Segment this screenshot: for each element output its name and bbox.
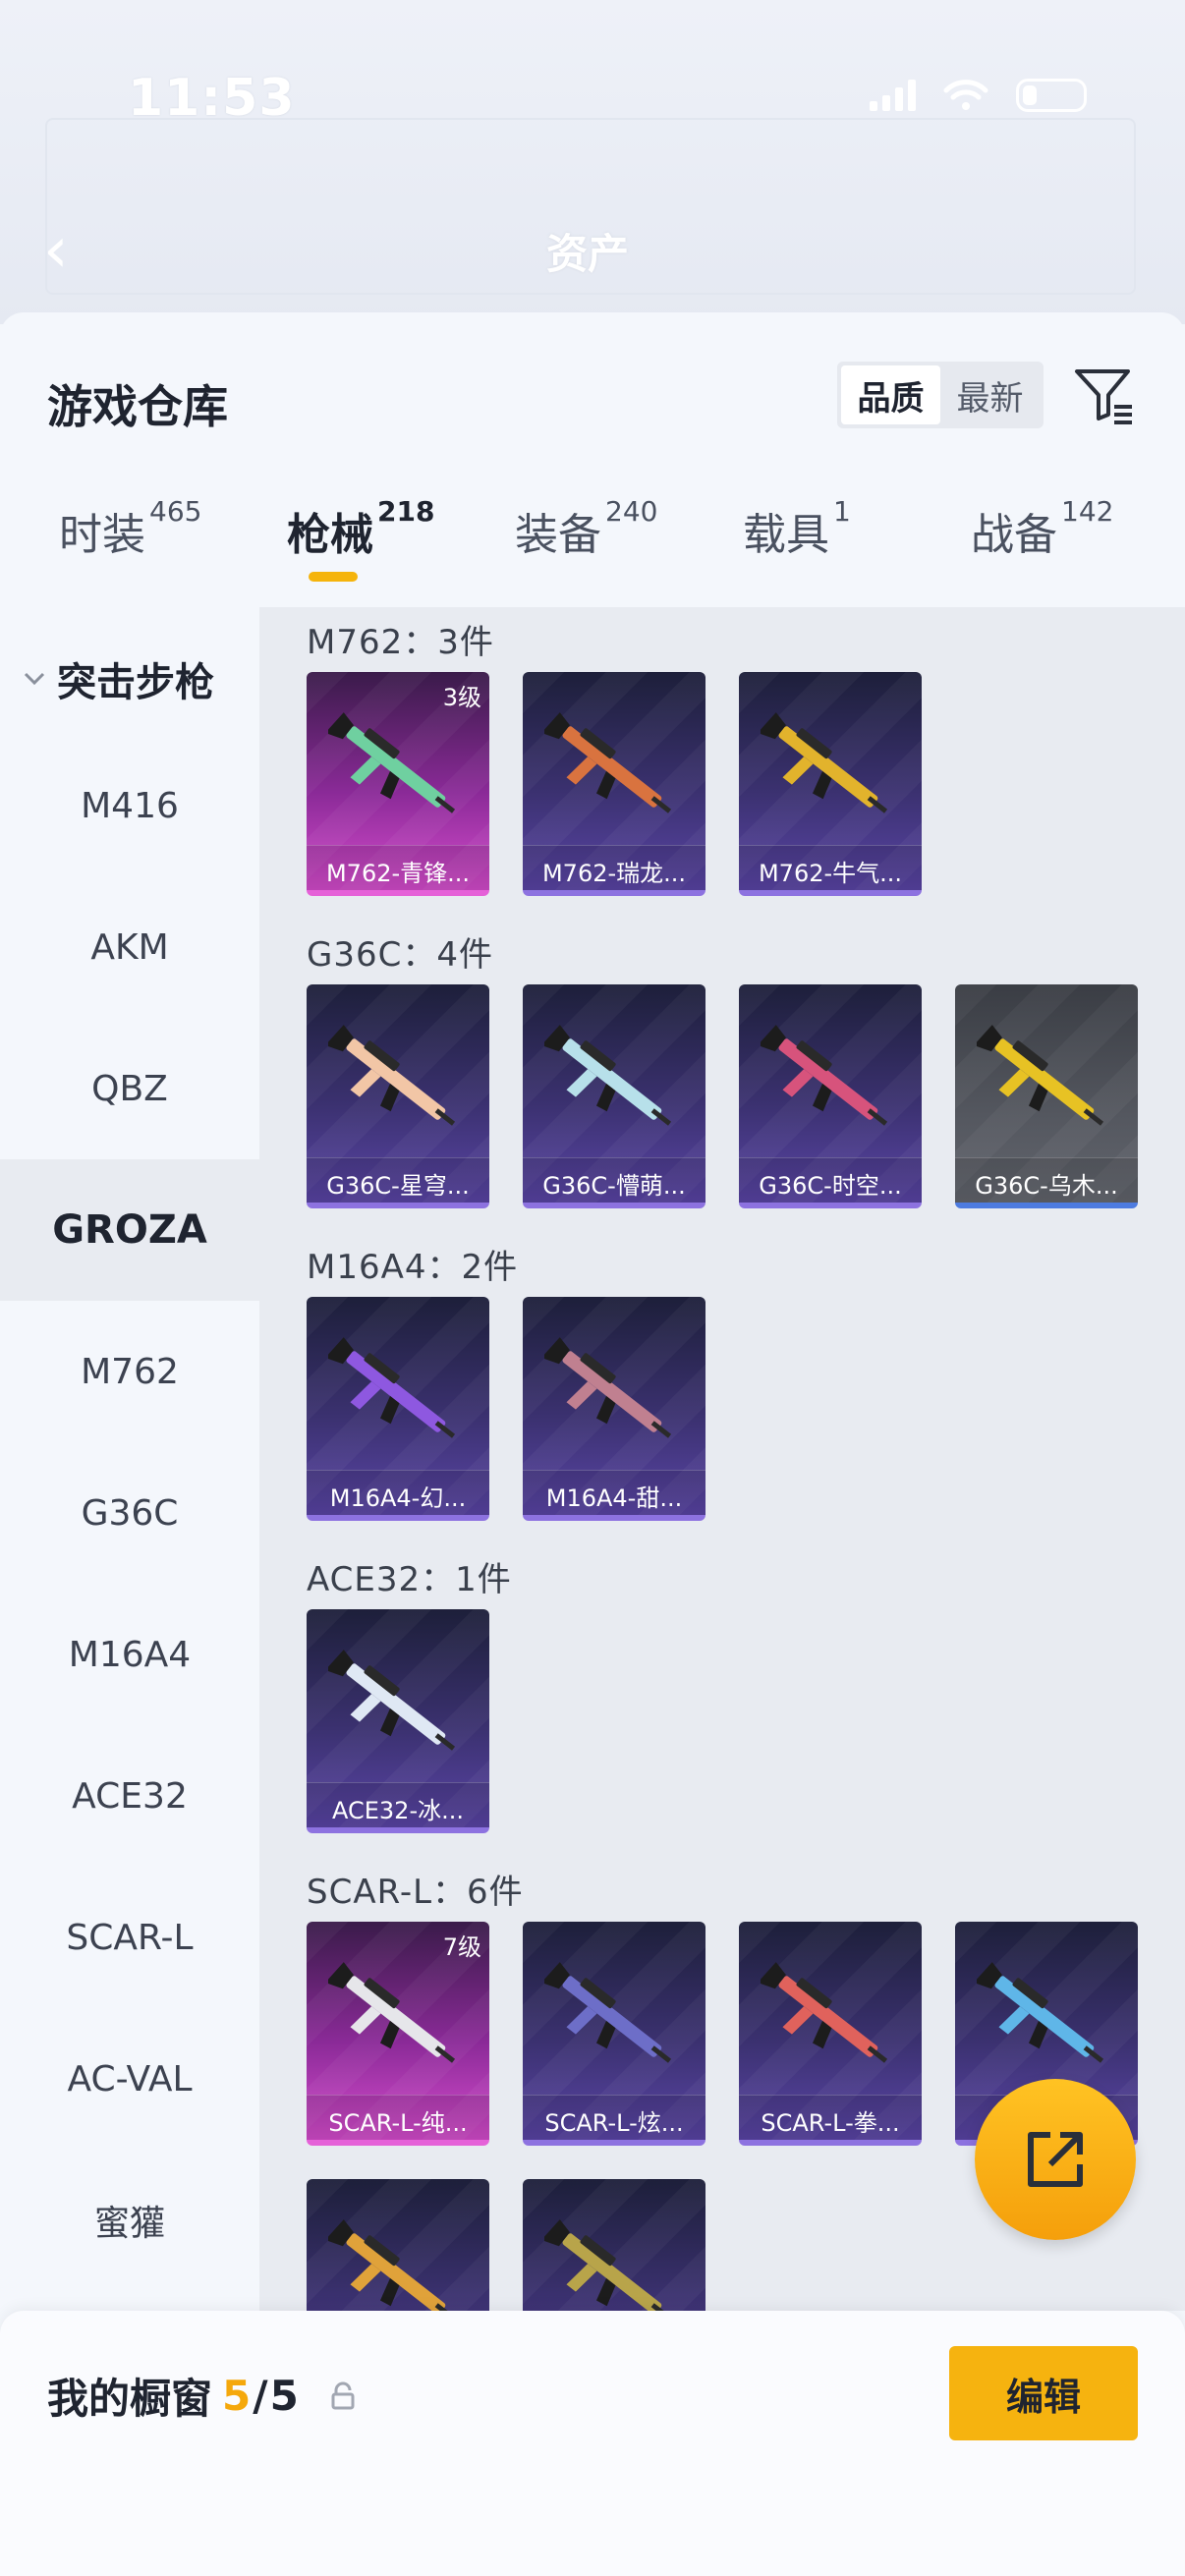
status-icons <box>870 79 1087 112</box>
share-icon <box>1028 2132 1083 2187</box>
card-label: M762-青锋... <box>307 845 489 890</box>
card-label: SCAR-L-纯... <box>307 2095 489 2140</box>
showcase-info: 我的橱窗 5/5 <box>47 2366 358 2426</box>
back-arrow-icon[interactable]: ‹ <box>43 214 69 287</box>
weapon-skin-image <box>757 1024 900 1146</box>
tab-fashion[interactable]: 时装 465 <box>59 495 201 562</box>
category-tabs: 时装 465 枪械 218 装备 240 载具 1 战备 142 <box>0 495 1185 607</box>
weapon-card[interactable]: G36C-星穹... <box>307 984 489 1208</box>
page-title: 资产 <box>546 230 630 278</box>
weapon-card[interactable]: SCAR-L-炫... <box>523 1922 705 2146</box>
group-title: ACE32：1件 <box>307 1560 512 1599</box>
sheet-title: 游戏仓库 <box>47 380 228 433</box>
filter-icon[interactable] <box>1071 362 1136 426</box>
card-label: M16A4-幻... <box>307 1470 489 1515</box>
weapon-skin-image <box>324 1336 468 1458</box>
card-level: 3级 <box>442 684 481 711</box>
tab-firearms[interactable]: 枪械 218 <box>287 495 434 582</box>
weapon-skin-image <box>324 1649 468 1770</box>
side-item-qbz[interactable]: QBZ <box>0 1018 259 1159</box>
card-label: SCAR-L-炫... <box>523 2095 705 2140</box>
showcase-bar: 我的橱窗 5/5 编辑 <box>0 2311 1185 2576</box>
chevron-down-icon <box>24 672 45 686</box>
weapon-card[interactable] <box>307 2179 489 2311</box>
sort-toggle: 品质 最新 <box>837 362 1044 428</box>
tab-equipment[interactable]: 装备 240 <box>515 495 657 562</box>
weapon-skin-image <box>324 711 468 833</box>
showcase-count-slash: / <box>253 2372 268 2420</box>
weapon-skin-image <box>324 1024 468 1146</box>
card-label: SCAR-L-拳... <box>739 2095 922 2140</box>
side-item-m416[interactable]: M416 <box>0 735 259 876</box>
sort-newest-option[interactable]: 最新 <box>940 365 1040 424</box>
card-label: M762-牛气... <box>739 845 922 890</box>
weapon-side-list: 突击步枪 M416 AKM QBZ GROZA M762 G36C M16A4 ACE32 SC… <box>0 607 259 2311</box>
lock-icon <box>331 2381 355 2409</box>
battery-icon <box>1016 79 1087 112</box>
weapon-skin-image <box>757 1961 900 2083</box>
weapon-card[interactable]: G36C-乌木... <box>955 984 1138 1208</box>
signal-icon <box>870 80 916 111</box>
wifi-icon <box>943 80 988 110</box>
weapon-card[interactable]: M762-牛气... <box>739 672 922 896</box>
card-label: G36C-懵萌... <box>523 1157 705 1203</box>
group-title: M762：3件 <box>307 623 494 662</box>
background-header: 11:53 ‹ 资产 <box>0 0 1185 324</box>
weapon-card[interactable]: M16A4-幻... <box>307 1297 489 1521</box>
showcase-count-current: 5 <box>222 2372 252 2420</box>
side-item--[interactable]: 蜜獾 <box>0 2150 259 2291</box>
showcase-count-total: 5 <box>269 2372 299 2420</box>
weapon-skin-image <box>540 1336 684 1458</box>
card-level: 7级 <box>442 1933 481 1961</box>
side-item-ace32[interactable]: ACE32 <box>0 1725 259 1867</box>
weapon-card[interactable]: M16A4-甜... <box>523 1297 705 1521</box>
card-label: G36C-乌木... <box>955 1157 1138 1203</box>
share-button[interactable] <box>975 2079 1136 2240</box>
card-label: ACE32-冰... <box>307 1782 489 1827</box>
weapon-skin-image <box>973 1024 1116 1146</box>
weapon-skin-image <box>540 1961 684 2083</box>
weapon-skin-image <box>757 711 900 833</box>
weapon-skin-image <box>324 1961 468 2083</box>
weapon-card[interactable]: 7级 SCAR-L-纯... <box>307 1922 489 2146</box>
card-label: G36C-星穹... <box>307 1157 489 1203</box>
weapon-card[interactable]: ACE32-冰... <box>307 1609 489 1833</box>
side-item-m762[interactable]: M762 <box>0 1301 259 1442</box>
group-title: M16A4：2件 <box>307 1248 519 1287</box>
card-label: M16A4-甜... <box>523 1470 705 1515</box>
weapon-card[interactable]: 3级 M762-青锋... <box>307 672 489 896</box>
weapon-skin-image <box>324 2218 468 2311</box>
sort-quality-option[interactable]: 品质 <box>841 365 940 424</box>
warehouse-sheet: 游戏仓库 品质 最新 时装 465 枪械 218 装备 240 载具 1 战备 142 突… <box>0 312 1185 2576</box>
group-title: G36C：4件 <box>307 935 493 975</box>
weapon-card[interactable]: SCAR-L-拳... <box>739 1922 922 2146</box>
weapon-skin-image <box>973 1961 1116 2083</box>
weapon-card[interactable]: G36C-懵萌... <box>523 984 705 1208</box>
tab-active-indicator <box>309 572 358 582</box>
weapon-skin-image <box>540 1024 684 1146</box>
side-category-assault-rifle[interactable]: 突击步枪 <box>22 650 214 707</box>
side-item-groza[interactable]: GROZA <box>0 1159 259 1301</box>
side-category-label: 突击步枪 <box>57 660 214 705</box>
weapon-card[interactable] <box>523 2179 705 2311</box>
edit-button[interactable]: 编辑 <box>949 2346 1138 2440</box>
side-item-akm[interactable]: AKM <box>0 876 259 1018</box>
card-label: M762-瑞龙... <box>523 845 705 890</box>
side-item-ac-val[interactable]: AC-VAL <box>0 2008 259 2150</box>
weapon-grid: M762：3件 3级 M762-青锋... M762-瑞龙... M762-牛气... G… <box>259 607 1185 2311</box>
weapon-skin-image <box>540 711 684 833</box>
showcase-label: 我的橱窗 <box>47 2375 213 2423</box>
tab-supplies[interactable]: 战备 142 <box>971 495 1113 562</box>
side-item-g36c[interactable]: G36C <box>0 1442 259 1584</box>
tab-vehicles[interactable]: 载具 1 <box>743 495 851 562</box>
side-item-m16a4[interactable]: M16A4 <box>0 1584 259 1725</box>
weapon-card[interactable]: G36C-时空... <box>739 984 922 1208</box>
side-item-scar-l[interactable]: SCAR-L <box>0 1867 259 2008</box>
weapon-skin-image <box>540 2218 684 2311</box>
weapon-card[interactable]: M762-瑞龙... <box>523 672 705 896</box>
group-title: SCAR-L：6件 <box>307 1873 524 1912</box>
card-label: G36C-时空... <box>739 1157 922 1203</box>
status-time: 11:53 <box>128 69 296 128</box>
